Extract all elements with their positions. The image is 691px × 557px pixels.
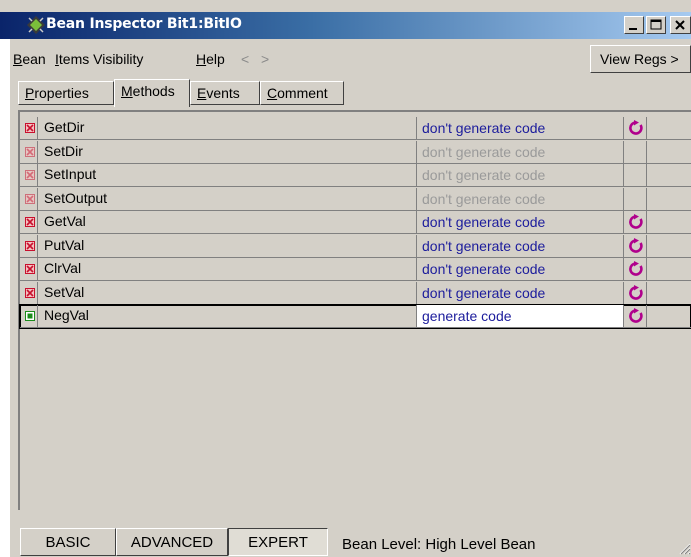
method-row[interactable]: SetVal don't generate code	[20, 282, 691, 305]
method-state-cell[interactable]	[20, 282, 38, 305]
bean-cpu-icon	[27, 16, 45, 34]
method-row[interactable]: SetInput don't generate code	[20, 164, 691, 187]
menu-items-visibility[interactable]: Items Visibility	[55, 51, 143, 67]
method-name: PutVal	[38, 235, 417, 258]
method-row[interactable]: SetOutput don't generate code	[20, 188, 691, 211]
method-name: SetVal	[38, 282, 417, 305]
method-refresh-cell	[624, 141, 647, 164]
refresh-icon[interactable]	[628, 214, 644, 230]
refresh-icon[interactable]	[628, 261, 644, 277]
tab-events[interactable]: Events	[190, 81, 260, 105]
method-state-cell[interactable]	[20, 211, 38, 234]
method-generate-value: don't generate code	[417, 188, 624, 211]
generate-off-icon	[25, 288, 35, 298]
generate-off-icon	[25, 241, 35, 251]
method-generate-value[interactable]: don't generate code	[417, 211, 624, 234]
method-spare-cell	[647, 305, 691, 328]
method-refresh-cell	[624, 188, 647, 211]
expert-level-button[interactable]: EXPERT	[228, 528, 328, 556]
method-name: GetVal	[38, 211, 417, 234]
nav-forward-button[interactable]: >	[261, 51, 269, 67]
tab-properties[interactable]: Properties	[18, 81, 114, 105]
method-generate-value: don't generate code	[417, 164, 624, 187]
method-state-cell[interactable]	[20, 188, 38, 211]
refresh-icon[interactable]	[628, 308, 644, 324]
generate-off-icon	[25, 170, 35, 180]
method-refresh-cell[interactable]	[624, 211, 647, 234]
method-name: NegVal	[38, 305, 417, 328]
method-name: SetInput	[38, 164, 417, 187]
method-generate-value[interactable]: don't generate code	[417, 235, 624, 258]
method-row[interactable]: PutVal don't generate code	[20, 235, 691, 258]
method-refresh-cell[interactable]	[624, 258, 647, 281]
method-spare-cell	[647, 211, 691, 234]
generate-on-icon	[25, 311, 35, 321]
method-state-cell[interactable]	[20, 258, 38, 281]
close-button[interactable]	[670, 16, 691, 34]
method-name: SetOutput	[38, 188, 417, 211]
nav-back-button[interactable]: <	[241, 51, 249, 67]
method-generate-value[interactable]: generate code	[417, 305, 624, 328]
method-row[interactable]: ClrVal don't generate code	[20, 258, 691, 281]
method-generate-value: don't generate code	[417, 141, 624, 164]
generate-off-icon	[25, 217, 35, 227]
method-generate-value[interactable]: don't generate code	[417, 117, 624, 140]
maximize-button[interactable]	[646, 16, 666, 34]
method-name: GetDir	[38, 117, 417, 140]
maximize-icon	[650, 19, 662, 30]
minimize-button[interactable]	[624, 16, 644, 34]
left-margin	[0, 39, 10, 557]
method-state-cell[interactable]	[20, 117, 38, 140]
method-refresh-cell[interactable]	[624, 282, 647, 305]
method-spare-cell	[647, 164, 691, 187]
method-state-cell[interactable]	[20, 235, 38, 258]
generate-off-icon	[25, 264, 35, 274]
generate-off-icon	[25, 194, 35, 204]
method-refresh-cell[interactable]	[624, 235, 647, 258]
method-generate-value[interactable]: don't generate code	[417, 258, 624, 281]
method-refresh-cell[interactable]	[624, 305, 647, 328]
method-state-cell[interactable]	[20, 305, 38, 328]
method-refresh-cell	[624, 164, 647, 187]
method-spare-cell	[647, 282, 691, 305]
method-name: ClrVal	[38, 258, 417, 281]
method-spare-cell	[647, 188, 691, 211]
method-row[interactable]: GetDir don't generate code	[20, 117, 691, 140]
view-regs-button[interactable]: View Regs >	[590, 45, 691, 73]
level-bar: BASIC ADVANCED EXPERT Bean Level: High L…	[10, 526, 691, 557]
close-icon	[675, 20, 685, 30]
basic-level-button[interactable]: BASIC	[20, 528, 116, 556]
method-generate-value[interactable]: don't generate code	[417, 282, 624, 305]
menu-bar: Bean Items Visibility Help < > View Regs…	[10, 39, 691, 79]
window-title: Bean Inspector Bit1:BitIO	[46, 16, 242, 32]
refresh-icon[interactable]	[628, 238, 644, 254]
resize-grip-icon[interactable]	[674, 538, 691, 557]
method-spare-cell	[647, 141, 691, 164]
method-spare-cell	[647, 117, 691, 140]
minimize-icon	[629, 28, 637, 30]
method-row[interactable]: NegVal generate code	[19, 304, 691, 329]
method-spare-cell	[647, 258, 691, 281]
method-refresh-cell[interactable]	[624, 117, 647, 140]
method-spare-cell	[647, 235, 691, 258]
tab-methods[interactable]: Methods	[114, 79, 190, 107]
advanced-level-button[interactable]: ADVANCED	[116, 528, 228, 556]
menu-help[interactable]: Help	[196, 51, 225, 67]
generate-off-icon	[25, 123, 35, 133]
title-bar[interactable]: Bean Inspector Bit1:BitIO	[0, 12, 691, 39]
method-row[interactable]: GetVal don't generate code	[20, 211, 691, 234]
refresh-icon[interactable]	[628, 285, 644, 301]
generate-off-icon	[25, 147, 35, 157]
method-state-cell[interactable]	[20, 141, 38, 164]
refresh-icon[interactable]	[628, 120, 644, 136]
method-name: SetDir	[38, 141, 417, 164]
method-state-cell[interactable]	[20, 164, 38, 187]
menu-bean[interactable]: Bean	[13, 51, 46, 67]
bean-inspector-window: Bean Inspector Bit1:BitIO Bean Items Vis…	[0, 0, 691, 557]
bean-level-status: Bean Level: High Level Bean	[342, 536, 536, 553]
method-row[interactable]: SetDir don't generate code	[20, 141, 691, 164]
tab-comment[interactable]: Comment	[260, 81, 344, 105]
